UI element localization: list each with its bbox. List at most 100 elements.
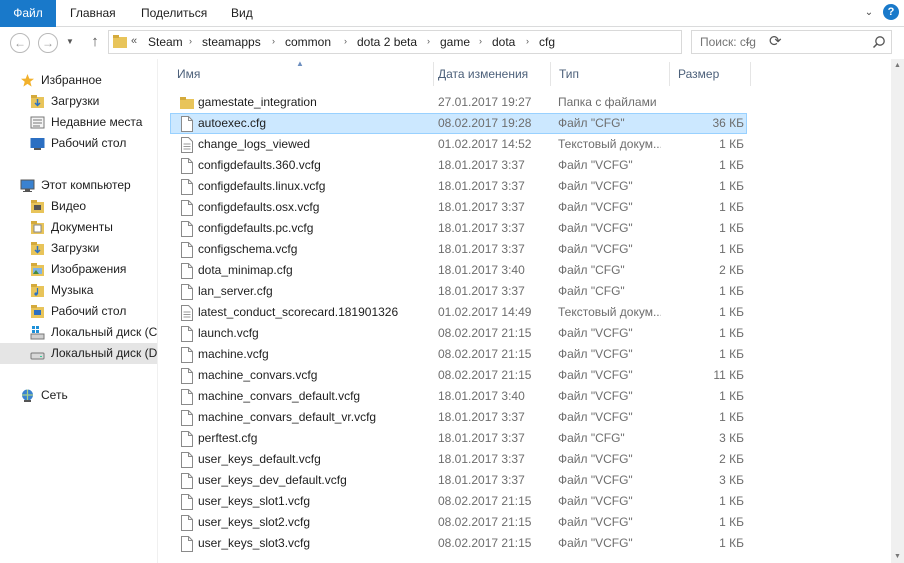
- scroll-down-button[interactable]: ▼: [891, 550, 904, 563]
- column-header-type[interactable]: Тип: [551, 62, 670, 86]
- sidebar-item-video[interactable]: Видео: [0, 196, 157, 217]
- chevron-right-icon[interactable]: ›: [272, 36, 275, 46]
- recent-locations-dropdown[interactable]: ▼: [66, 37, 74, 46]
- file-row[interactable]: user_keys_dev_default.vcfg 18.01.2017 3:3…: [170, 470, 747, 491]
- file-row[interactable]: configdefaults.pc.vcfg 18.01.2017 3:37 Фай…: [170, 218, 747, 239]
- sidebar-item-documents[interactable]: Документы: [0, 217, 157, 238]
- file-type: Файл "VCFG": [558, 179, 633, 193]
- vertical-scrollbar[interactable]: ▲ ▼: [891, 59, 904, 563]
- sidebar-item-label: Этот компьютер: [41, 178, 131, 192]
- scroll-up-button[interactable]: ▲: [891, 59, 904, 72]
- search-box[interactable]: [691, 30, 892, 54]
- sidebar-item-pictures[interactable]: Изображения: [0, 259, 157, 280]
- file-icon: [181, 494, 193, 510]
- file-size: 1 КБ: [719, 242, 744, 256]
- file-row[interactable]: dota_minimap.cfg 18.01.2017 3:40 Файл "CFG…: [170, 260, 747, 281]
- file-row[interactable]: machine.vcfg 08.02.2017 21:15 Файл "VCFG" 1…: [170, 344, 747, 365]
- file-size: 3 КБ: [719, 431, 744, 445]
- breadcrumb-cfg[interactable]: cfg: [539, 35, 555, 49]
- file-name: machine.vcfg: [198, 347, 269, 361]
- file-type: Файл "VCFG": [558, 368, 633, 382]
- search-input[interactable]: [700, 35, 860, 49]
- desktop-icon: [30, 138, 45, 150]
- file-row[interactable]: change_logs_viewed 01.02.2017 14:52 Тексто…: [170, 134, 747, 155]
- sidebar-item-downloads[interactable]: Загрузки: [0, 91, 157, 112]
- file-row[interactable]: user_keys_slot2.vcfg 08.02.2017 21:15 Файл…: [170, 512, 747, 533]
- file-row[interactable]: machine_convars.vcfg 08.02.2017 21:15 Файл…: [170, 365, 747, 386]
- sidebar-item-desktop-pc[interactable]: Рабочий стол: [0, 301, 157, 322]
- sidebar-item-recent-places[interactable]: Недавние места: [0, 112, 157, 133]
- file-row[interactable]: configdefaults.osx.vcfg 18.01.2017 3:37 Фа…: [170, 197, 747, 218]
- up-button[interactable]: ↑: [86, 33, 104, 50]
- column-header-date[interactable]: Дата изменения: [434, 62, 551, 86]
- breadcrumb-game[interactable]: game: [440, 35, 470, 49]
- sidebar-item-music[interactable]: Музыка: [0, 280, 157, 301]
- file-row[interactable]: latest_conduct_scorecard.181901326 01.02.…: [170, 302, 747, 323]
- sidebar-item-this-pc[interactable]: Этот компьютер: [0, 175, 157, 196]
- file-name: configschema.vcfg: [198, 242, 298, 256]
- navigation-pane: Избранное Загрузки Недавние места Рабочи…: [0, 59, 158, 563]
- tab-home[interactable]: Главная: [70, 0, 116, 27]
- file-row[interactable]: configschema.vcfg 18.01.2017 3:37 Файл "VC…: [170, 239, 747, 260]
- address-bar[interactable]: « Steam › steamapps › common › dota 2 be…: [108, 30, 782, 54]
- breadcrumb-common[interactable]: common: [285, 35, 331, 49]
- file-date: 08.02.2017 21:15: [438, 536, 532, 550]
- breadcrumb-overflow-icon[interactable]: «: [131, 35, 137, 47]
- file-row[interactable]: autoexec.cfg 08.02.2017 19:28 Файл "CFG" 36…: [170, 113, 747, 134]
- chevron-right-icon[interactable]: ›: [479, 36, 482, 46]
- file-row[interactable]: launch.vcfg 08.02.2017 21:15 Файл "VCFG" 1 …: [170, 323, 747, 344]
- sidebar-item-downloads-pc[interactable]: Загрузки: [0, 238, 157, 259]
- column-header-size[interactable]: Размер: [670, 62, 751, 86]
- file-row[interactable]: user_keys_slot1.vcfg 08.02.2017 21:15 Файл…: [170, 491, 747, 512]
- file-row[interactable]: user_keys_default.vcfg 18.01.2017 3:37 Фай…: [170, 449, 747, 470]
- file-row[interactable]: lan_server.cfg 18.01.2017 3:37 Файл "CFG" 1…: [170, 281, 747, 302]
- sidebar-item-drive-d[interactable]: Локальный диск (D: [0, 343, 157, 364]
- sidebar-item-favorites[interactable]: Избранное: [0, 70, 157, 91]
- sidebar-item-network[interactable]: Сеть: [0, 385, 157, 406]
- breadcrumb-dota-2-beta[interactable]: dota 2 beta: [357, 35, 417, 49]
- file-name: user_keys_default.vcfg: [198, 452, 321, 466]
- breadcrumb-dota[interactable]: dota: [492, 35, 515, 49]
- sidebar-item-label: Избранное: [41, 73, 102, 87]
- column-header-name[interactable]: Имя: [170, 62, 434, 86]
- search-icon[interactable]: [872, 35, 886, 49]
- ribbon-expand-icon[interactable]: ⌄: [862, 6, 876, 20]
- scroll-thumb[interactable]: [893, 73, 902, 549]
- file-row[interactable]: configdefaults.360.vcfg 18.01.2017 3:37 Фа…: [170, 155, 747, 176]
- file-icon: [181, 452, 193, 468]
- file-type: Текстовый докум...: [558, 305, 661, 319]
- file-date: 08.02.2017 21:15: [438, 515, 532, 529]
- forward-button[interactable]: →: [38, 33, 58, 53]
- file-row[interactable]: user_keys_slot3.vcfg 08.02.2017 21:15 Файл…: [170, 533, 747, 554]
- tab-file[interactable]: Файл: [0, 0, 56, 27]
- file-row[interactable]: configdefaults.linux.vcfg 18.01.2017 3:37…: [170, 176, 747, 197]
- file-row[interactable]: machine_convars_default.vcfg 18.01.2017 3…: [170, 386, 747, 407]
- file-name: lan_server.cfg: [198, 284, 273, 298]
- file-date: 18.01.2017 3:37: [438, 284, 525, 298]
- back-button[interactable]: ←: [10, 33, 30, 53]
- documents-folder-icon: [31, 221, 44, 234]
- chevron-right-icon[interactable]: ›: [189, 36, 192, 46]
- file-row[interactable]: perftest.cfg 18.01.2017 3:37 Файл "CFG" 3 К…: [170, 428, 747, 449]
- tab-view[interactable]: Вид: [231, 0, 253, 27]
- sidebar-item-label: Документы: [51, 220, 113, 234]
- tab-share[interactable]: Поделиться: [141, 0, 207, 27]
- help-icon[interactable]: ?: [883, 4, 899, 20]
- file-name: user_keys_slot3.vcfg: [198, 536, 311, 550]
- music-folder-icon: [31, 284, 44, 297]
- file-type: Файл "CFG": [558, 263, 625, 277]
- star-icon: [21, 74, 34, 87]
- file-size: 1 КБ: [719, 179, 744, 193]
- breadcrumb-steam[interactable]: Steam: [148, 35, 183, 49]
- chevron-right-icon[interactable]: ›: [427, 36, 430, 46]
- file-row[interactable]: machine_convars_default_vr.vcfg 18.01.201…: [170, 407, 747, 428]
- sidebar-item-desktop[interactable]: Рабочий стол: [0, 133, 157, 154]
- chevron-right-icon[interactable]: ›: [526, 36, 529, 46]
- file-date: 01.02.2017 14:52: [438, 137, 532, 151]
- sidebar-item-drive-c[interactable]: Локальный диск (C: [0, 322, 157, 343]
- file-size: 1 КБ: [719, 305, 744, 319]
- file-row[interactable]: gamestate_integration 27.01.2017 19:27 Пап…: [170, 92, 747, 113]
- chevron-right-icon[interactable]: ›: [344, 36, 347, 46]
- breadcrumb-steamapps[interactable]: steamapps: [202, 35, 261, 49]
- file-icon: [181, 431, 193, 447]
